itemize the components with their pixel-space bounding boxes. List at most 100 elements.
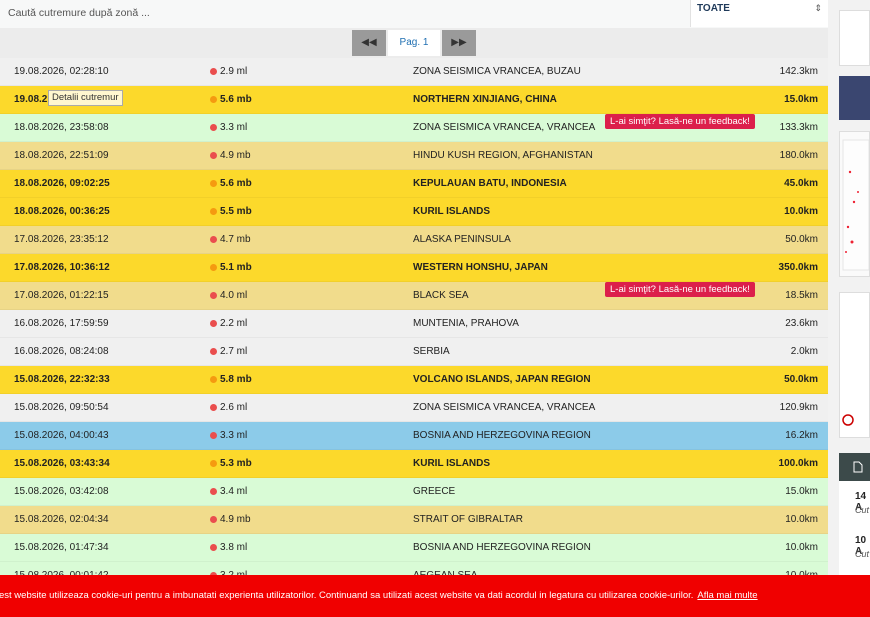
magnitude-dot-icon: [210, 460, 217, 467]
row-datetime: 17.08.2026, 23:35:12: [14, 234, 109, 245]
select-arrows-icon: ⇕: [814, 3, 822, 13]
table-row[interactable]: 15.08.2026, 03:42:08 3.4 ml GREECE 15.0km: [0, 478, 828, 506]
sidebar-map-thumbnail[interactable]: [839, 131, 870, 277]
row-depth: 50.0km: [784, 374, 818, 385]
sidebar: 14 A Cut 10 A Cut: [828, 0, 870, 617]
table-row[interactable]: 18.08.2026, 09:02:25 5.6 mb KEPULAUAN BATU…: [0, 170, 828, 198]
row-depth: 50.0km: [785, 234, 818, 245]
row-depth: 15.0km: [784, 94, 818, 105]
row-region: KURIL ISLANDS: [413, 206, 491, 217]
row-depth: 180.0km: [779, 150, 818, 161]
row-magnitude: 2.6 ml: [210, 394, 247, 422]
table-row[interactable]: 19.08.2026, 02:28:10 2.9 ml ZONA SEISMICA …: [0, 58, 828, 86]
prev-page-button[interactable]: ◀◀: [352, 30, 386, 56]
row-depth: 10.0km: [785, 514, 818, 525]
magnitude-value: 4.9 mb: [220, 514, 251, 525]
magnitude-dot-icon: [210, 292, 217, 299]
row-depth: 120.9km: [779, 402, 818, 413]
magnitude-value: 4.7 mb: [220, 234, 251, 245]
magnitude-dot-icon: [210, 432, 217, 439]
magnitude-value: 2.7 ml: [220, 346, 248, 357]
row-depth: 133.3km: [779, 122, 818, 133]
table-row[interactable]: 18.08.2026, 22:51:09 4.9 mb HINDU KUSH REG…: [0, 142, 828, 170]
cookie-text: est website utilizeaza cookie-uri pentru…: [0, 575, 758, 617]
row-region: SERBIA: [413, 346, 450, 357]
row-magnitude: 5.6 mb: [210, 86, 252, 114]
magnitude-value: 4.9 mb: [220, 150, 251, 161]
table-row[interactable]: 15.08.2026, 09:50:54 2.6 ml ZONA SEISMICA …: [0, 394, 828, 422]
row-depth: 100.0km: [778, 458, 818, 469]
magnitude-value: 4.0 ml: [220, 290, 248, 301]
feedback-button[interactable]: L-ai simţit? Lasă-ne un feedback!: [605, 114, 755, 129]
row-depth: 10.0km: [784, 206, 818, 217]
row-region: BLACK SEA: [413, 290, 469, 301]
row-region: BOSNIA AND HERZEGOVINA REGION: [413, 430, 591, 441]
magnitude-dot-icon: [210, 404, 217, 411]
magnitude-dot-icon: [210, 376, 217, 383]
cookie-message: est website utilizeaza cookie-uri pentru…: [0, 590, 694, 601]
table-row[interactable]: 15.08.2026, 02:04:34 4.9 mb STRAIT OF GIBR…: [0, 506, 828, 534]
table-row[interactable]: 17.08.2026, 01:22:15 4.0 ml BLACK SEA L-ai …: [0, 282, 828, 310]
magnitude-value: 5.8 mb: [220, 374, 252, 385]
row-magnitude: 2.2 ml: [210, 310, 247, 338]
table-row[interactable]: 16.08.2026, 17:59:59 2.2 ml MUNTENIA, PRAH…: [0, 310, 828, 338]
magnitude-dot-icon: [210, 96, 217, 103]
table-row[interactable]: 15.08.2026, 03:43:34 5.3 mb KURIL ISLANDS 1…: [0, 450, 828, 478]
next-page-button[interactable]: ▶▶: [442, 30, 476, 56]
map-icon: [842, 139, 870, 271]
cookie-banner: est website utilizeaza cookie-uri pentru…: [0, 575, 870, 617]
row-datetime: 18.08.2026, 00:36:25: [14, 206, 110, 217]
search-bar: TOATE ⇕: [0, 0, 828, 29]
row-datetime: 18.08.2026, 09:02:25: [14, 178, 110, 189]
feedback-button[interactable]: L-ai simţit? Lasă-ne un feedback!: [605, 282, 755, 297]
table-row[interactable]: 15.08.2026, 22:32:33 5.8 mb VOLCANO ISLAND…: [0, 366, 828, 394]
table-row[interactable]: 17.08.2026, 10:36:12 5.1 mb WESTERN HONSHU…: [0, 254, 828, 282]
magnitude-dot-icon: [210, 264, 217, 271]
row-datetime: 15.08.2026, 03:43:34: [14, 458, 110, 469]
cookie-more-link[interactable]: Afla mai multe: [697, 590, 757, 601]
search-input[interactable]: [0, 0, 690, 27]
row-region: ALASKA PENINSULA: [413, 234, 511, 245]
row-magnitude: 2.7 ml: [210, 338, 247, 366]
table-row[interactable]: 15.08.2026, 01:47:34 3.8 ml BOSNIA AND HER…: [0, 534, 828, 562]
magnitude-dot-icon: [210, 180, 217, 187]
row-magnitude: 3.3 ml: [210, 422, 247, 450]
row-region: VOLCANO ISLANDS, JAPAN REGION: [413, 374, 591, 385]
row-datetime: 15.08.2026, 04:00:43: [14, 430, 109, 441]
warning-icon: [842, 414, 854, 426]
row-datetime: 18.08.2026, 22:51:09: [14, 150, 109, 161]
table-row[interactable]: 16.08.2026, 08:24:08 2.7 ml SERBIA 2.0km: [0, 338, 828, 366]
row-region: ZONA SEISMICA VRANCEA, VRANCEA: [413, 402, 596, 413]
table-row[interactable]: 17.08.2026, 23:35:12 4.7 mb ALASKA PENINSU…: [0, 226, 828, 254]
row-magnitude: 4.0 ml: [210, 282, 247, 310]
row-datetime: 15.08.2026, 03:42:08: [14, 486, 109, 497]
row-datetime: 18.08.2026, 23:58:08: [14, 122, 109, 133]
magnitude-dot-icon: [210, 488, 217, 495]
row-datetime: 19.08.2: [14, 94, 48, 105]
row-datetime: 17.08.2026, 01:22:15: [14, 290, 109, 301]
row-depth: 350.0km: [778, 262, 818, 273]
row-region: KEPULAUAN BATU, INDONESIA: [413, 178, 567, 189]
table-row[interactable]: 18.08.2026, 23:58:08 3.3 ml ZONA SEISMICA …: [0, 114, 828, 142]
region-filter-select[interactable]: TOATE ⇕: [690, 0, 828, 27]
table-row[interactable]: 18.08.2026, 00:36:25 5.5 mb KURIL ISLANDS 1…: [0, 198, 828, 226]
row-datetime: 16.08.2026, 17:59:59: [14, 318, 109, 329]
sidebar-banner[interactable]: [839, 76, 870, 120]
row-region: HINDU KUSH REGION, AFGHANISTAN: [413, 150, 593, 161]
row-depth: 45.0km: [784, 178, 818, 189]
document-icon: [853, 461, 863, 473]
row-region: NORTHERN XINJIANG, CHINA: [413, 94, 557, 105]
magnitude-value: 3.4 ml: [220, 486, 248, 497]
row-magnitude: 4.9 mb: [210, 142, 251, 170]
row-magnitude: 3.4 ml: [210, 478, 247, 506]
pagination: ◀◀ Pag. 1 ▶▶: [0, 28, 828, 59]
row-datetime: 15.08.2026, 22:32:33: [14, 374, 110, 385]
magnitude-value: 3.3 ml: [220, 430, 248, 441]
magnitude-value: 5.5 mb: [220, 206, 252, 217]
page-indicator: Pag. 1: [388, 30, 440, 56]
magnitude-dot-icon: [210, 516, 217, 523]
magnitude-dot-icon: [210, 68, 217, 75]
row-depth: 10.0km: [785, 542, 818, 553]
table-row[interactable]: 19.08.2 5.6 mb NORTHERN XINJIANG, CHINA 15.…: [0, 86, 828, 114]
table-row[interactable]: 15.08.2026, 04:00:43 3.3 ml BOSNIA AND HER…: [0, 422, 828, 450]
